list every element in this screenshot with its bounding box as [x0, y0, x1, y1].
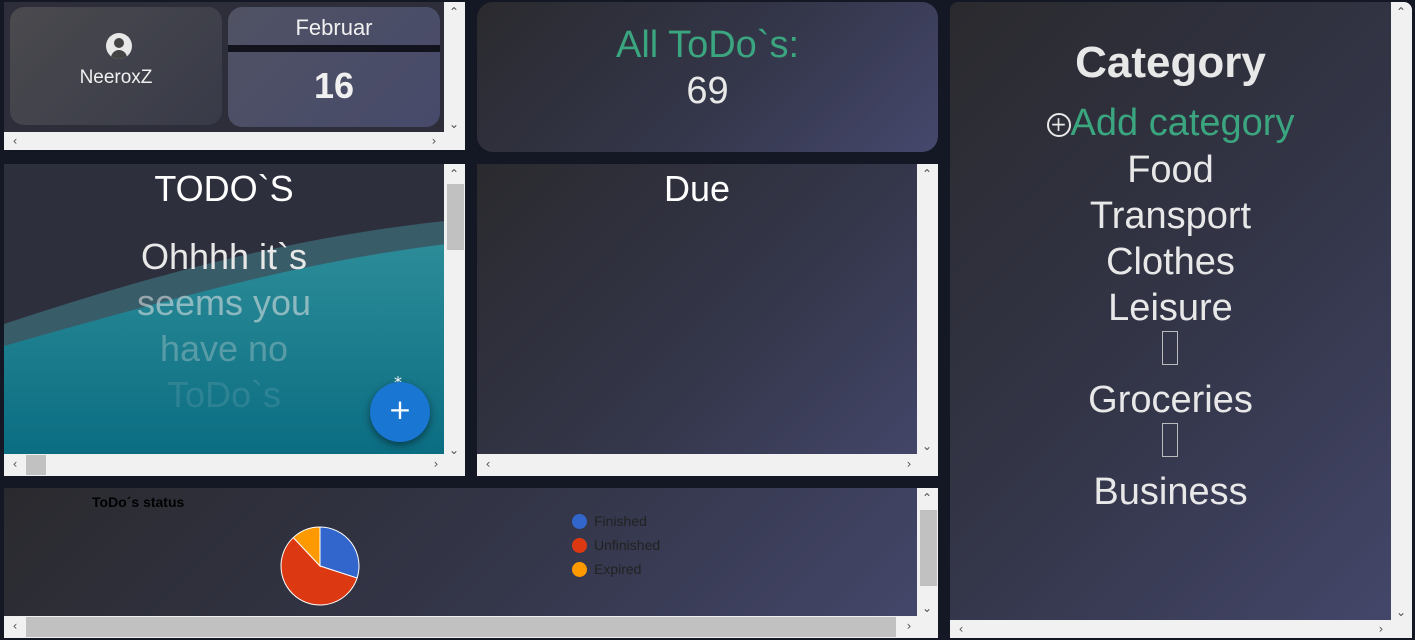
scroll-left-icon[interactable]: ‹	[8, 458, 22, 470]
legend-label-unfinished: Unfinished	[594, 537, 661, 553]
legend-label-finished: Finished	[594, 513, 647, 529]
category-scrollbar-vertical[interactable]: ⌃ ⌄	[1391, 2, 1412, 620]
legend-label-expired: Expired	[594, 561, 642, 577]
pie-chart	[280, 526, 360, 606]
calendar-day: 16	[313, 65, 355, 106]
due-scrollbar-horizontal[interactable]: ‹ ›	[477, 454, 938, 476]
calendar-divider	[228, 45, 440, 52]
todos-scrollbar-horizontal[interactable]: ‹ ›	[4, 454, 465, 476]
calendar-month: Februar	[295, 15, 373, 40]
status-scrollbar-vertical[interactable]: ⌃ ⌄	[917, 488, 938, 616]
due-scrollbar-vertical[interactable]: ⌃ ⌄	[917, 164, 938, 454]
scroll-up-icon[interactable]: ⌃	[920, 168, 934, 180]
user-card[interactable]: NeeroxZ	[10, 7, 222, 125]
scroll-down-icon[interactable]: ⌄	[920, 602, 934, 614]
category-item-transport[interactable]: Transport	[950, 195, 1391, 238]
scroll-thumb[interactable]	[920, 510, 937, 586]
summary-count: 69	[686, 70, 729, 112]
category-scrollbar-horizontal[interactable]: ‹ ›	[950, 620, 1412, 638]
legend-swatch-finished	[572, 514, 587, 529]
profile-scrollbar-horizontal[interactable]: ‹ ›	[4, 132, 465, 150]
profile-panel: NeeroxZ Februar 16 ⌃ ⌄ ‹ ›	[4, 2, 465, 150]
plus-circle-icon: +	[1046, 113, 1071, 137]
status-panel: ToDo´s status Finished Unfinished Expire…	[4, 488, 938, 638]
scroll-down-icon[interactable]: ⌄	[1394, 606, 1408, 618]
summary-panel: All ToDo`s: 69	[477, 2, 938, 152]
add-category-label: Add category	[1070, 102, 1295, 144]
category-title: Category	[1075, 38, 1266, 87]
legend-swatch-unfinished	[572, 538, 587, 553]
missing-glyph-icon	[1162, 423, 1178, 457]
missing-glyph-icon	[1162, 331, 1178, 365]
category-item-food[interactable]: Food	[950, 149, 1391, 192]
due-panel: Due ⌃ ⌄ ‹ ›	[477, 164, 938, 476]
scroll-thumb-horizontal[interactable]	[26, 617, 896, 637]
scroll-right-icon[interactable]: ›	[902, 620, 916, 632]
scroll-right-icon[interactable]: ›	[1374, 623, 1388, 635]
category-panel: Category +Add category Food Transport Cl…	[950, 2, 1412, 638]
scroll-left-icon[interactable]: ‹	[954, 623, 968, 635]
add-todo-button[interactable]: +	[370, 382, 430, 442]
summary-label: All ToDo`s:	[615, 24, 800, 66]
username: NeeroxZ	[79, 67, 153, 88]
category-item-clothes[interactable]: Clothes	[950, 241, 1391, 284]
scroll-thumb[interactable]	[447, 184, 464, 250]
scroll-down-icon[interactable]: ⌄	[920, 440, 934, 452]
empty-message-line-2: seems you	[136, 282, 312, 323]
empty-message-line-3: have no	[159, 328, 289, 369]
category-item-groceries[interactable]: Groceries	[950, 379, 1391, 422]
chart-title: ToDo´s status	[92, 494, 185, 510]
scroll-up-icon[interactable]: ⌃	[1394, 6, 1408, 18]
category-item-business[interactable]: Business	[950, 471, 1391, 514]
status-scrollbar-horizontal[interactable]: ‹ ›	[4, 616, 938, 638]
due-title: Due	[663, 168, 731, 209]
scroll-right-icon[interactable]: ›	[429, 458, 443, 470]
scroll-thumb-horizontal[interactable]	[26, 455, 46, 475]
scroll-left-icon[interactable]: ‹	[8, 135, 22, 147]
scroll-down-icon[interactable]: ⌄	[447, 118, 461, 130]
scroll-right-icon[interactable]: ›	[427, 135, 441, 147]
scroll-left-icon[interactable]: ‹	[481, 458, 495, 470]
scroll-up-icon[interactable]: ⌃	[447, 6, 461, 18]
plus-icon: +	[388, 393, 412, 426]
todos-panel: TODO`S Ohhhh it`s seems you have no ToDo…	[4, 164, 465, 476]
user-circle-icon	[106, 33, 132, 59]
scroll-left-icon[interactable]: ‹	[8, 620, 22, 632]
scroll-up-icon[interactable]: ⌃	[920, 492, 934, 504]
add-category-button[interactable]: +Add category	[950, 102, 1391, 145]
scroll-up-icon[interactable]: ⌃	[447, 168, 461, 180]
empty-message-line-1: Ohhhh it`s	[140, 236, 308, 277]
scroll-right-icon[interactable]: ›	[902, 458, 916, 470]
legend-swatch-expired	[572, 562, 587, 577]
category-item-leisure[interactable]: Leisure	[950, 287, 1391, 330]
todos-scrollbar-vertical[interactable]: ⌃ ⌄	[444, 164, 465, 458]
profile-scrollbar-vertical[interactable]: ⌃ ⌄	[444, 2, 465, 132]
todos-title: TODO`S	[154, 168, 294, 209]
calendar-card[interactable]: Februar 16	[228, 7, 440, 127]
